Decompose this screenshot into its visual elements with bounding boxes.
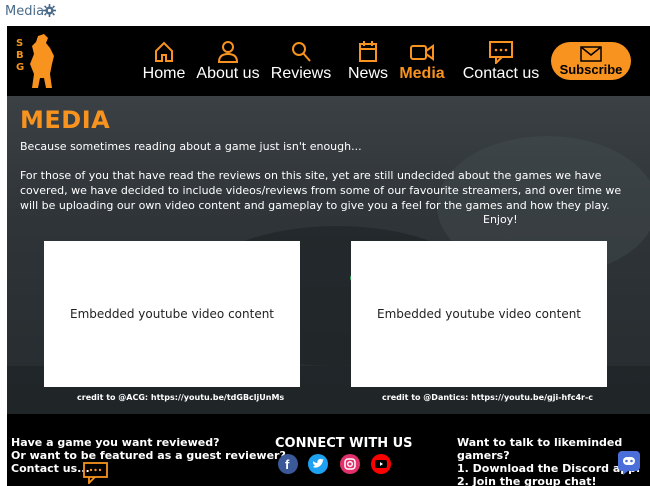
video-placeholder-text: Embedded youtube video content — [376, 307, 582, 321]
envelope-icon — [580, 46, 602, 62]
nav-media[interactable]: Media — [397, 40, 447, 83]
youtube-icon[interactable] — [371, 454, 391, 474]
video-camera-icon — [410, 44, 434, 61]
nav-home[interactable]: Home — [139, 40, 189, 83]
discord-icon[interactable] — [617, 450, 641, 476]
chat-icon[interactable] — [83, 462, 109, 484]
home-icon — [155, 41, 173, 62]
media-hero: MEDIA Because sometimes reading about a … — [7, 96, 650, 414]
connect-heading: CONNECT WITH US — [275, 436, 413, 451]
subscribe-button[interactable]: Subscribe — [551, 42, 631, 80]
enjoy-text: Enjoy! — [483, 213, 518, 226]
logo-letters: S B G — [16, 38, 25, 73]
page-label: Media — [5, 4, 45, 19]
nav-contact-us[interactable]: Contact us — [461, 40, 541, 83]
site-frame: S B G Home About us Reviews News Media C… — [7, 26, 650, 486]
video-embed[interactable]: Embedded youtube video content — [44, 241, 300, 387]
facebook-icon[interactable]: f — [278, 454, 298, 474]
video-credit[interactable]: credit to @Dantics: https://youtu.be/gji… — [382, 393, 593, 402]
video-credit[interactable]: credit to @ACG: https://youtu.be/tdGBclj… — [77, 393, 284, 402]
page-title: MEDIA — [20, 106, 111, 134]
body-text: For those of you that have read the revi… — [20, 169, 622, 212]
footer-review-request: Have a game you want reviewed? Or want t… — [11, 436, 286, 475]
svg-text:f: f — [285, 457, 290, 472]
search-icon — [292, 42, 311, 62]
site-footer: Have a game you want reviewed? Or want t… — [7, 416, 650, 486]
intro-text: Because sometimes reading about a game j… — [20, 140, 362, 153]
gear-icon[interactable] — [43, 4, 56, 17]
calendar-icon — [359, 41, 377, 62]
video-embed[interactable]: Embedded youtube video content — [351, 241, 607, 387]
site-header: S B G Home About us Reviews News Media C… — [7, 26, 650, 96]
nav-about-us[interactable]: About us — [195, 40, 261, 83]
twitter-icon[interactable] — [308, 454, 328, 474]
instagram-icon[interactable] — [340, 454, 360, 474]
chat-icon — [489, 41, 513, 64]
top-bar: Media — [0, 0, 650, 24]
bear-icon — [30, 34, 54, 88]
nav-news[interactable]: News — [345, 40, 391, 83]
user-icon — [217, 41, 239, 63]
video-placeholder-text: Embedded youtube video content — [69, 307, 275, 321]
nav-reviews[interactable]: Reviews — [269, 40, 333, 83]
site-logo[interactable]: S B G — [13, 34, 57, 89]
